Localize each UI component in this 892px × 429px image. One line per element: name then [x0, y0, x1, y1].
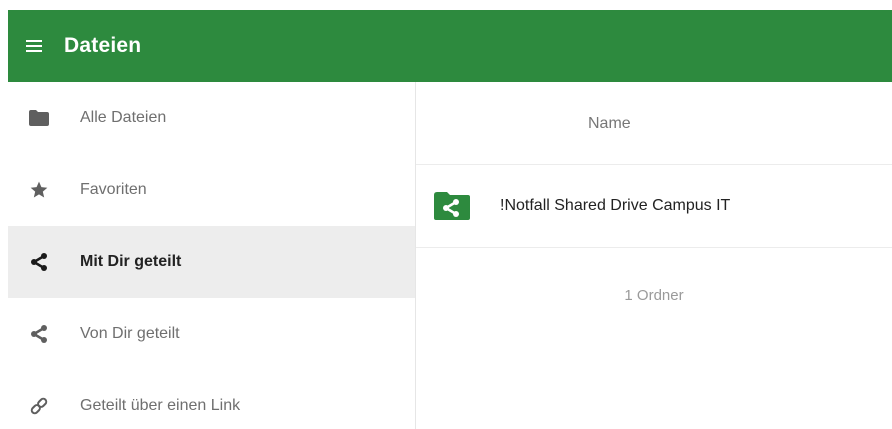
app-title: Dateien — [64, 34, 142, 57]
sidebar-navigation: Alle Dateien Favoriten Mit Dir geteilt V… — [8, 82, 416, 429]
shared-folder-icon — [432, 185, 472, 225]
sidebar-item-geteilt-ueber-link[interactable]: Geteilt über einen Link — [8, 370, 415, 429]
file-list: Name !Notfall Shared Drive Campus IT 1 O… — [416, 82, 892, 429]
app-frame: Dateien Alle Dateien Favoriten Mit Dir g… — [8, 10, 892, 429]
sidebar-item-label: Von Dir geteilt — [80, 325, 180, 342]
link-icon — [28, 395, 50, 417]
folder-icon — [28, 107, 50, 129]
sidebar-item-alle-dateien[interactable]: Alle Dateien — [8, 82, 415, 154]
sidebar-item-von-dir-geteilt[interactable]: Von Dir geteilt — [8, 298, 415, 370]
file-name[interactable]: !Notfall Shared Drive Campus IT — [500, 197, 730, 215]
column-header-name[interactable]: Name — [588, 115, 631, 133]
sidebar-item-mit-dir-geteilt[interactable]: Mit Dir geteilt — [8, 226, 415, 298]
hamburger-menu-icon[interactable] — [26, 39, 42, 53]
file-summary: 1 Ordner — [624, 287, 684, 304]
sidebar-item-label: Geteilt über einen Link — [80, 397, 241, 414]
sidebar-item-label: Favoriten — [80, 181, 147, 198]
star-icon — [28, 179, 50, 201]
share-icon — [28, 251, 50, 273]
sidebar-item-favoriten[interactable]: Favoriten — [8, 154, 415, 226]
sidebar-item-label: Alle Dateien — [80, 109, 167, 126]
file-row[interactable]: !Notfall Shared Drive Campus IT — [416, 165, 892, 248]
file-list-header: Name — [416, 82, 892, 165]
share-icon — [28, 323, 50, 345]
sidebar-item-label: Mit Dir geteilt — [80, 253, 182, 270]
app-header: Dateien — [8, 10, 892, 82]
